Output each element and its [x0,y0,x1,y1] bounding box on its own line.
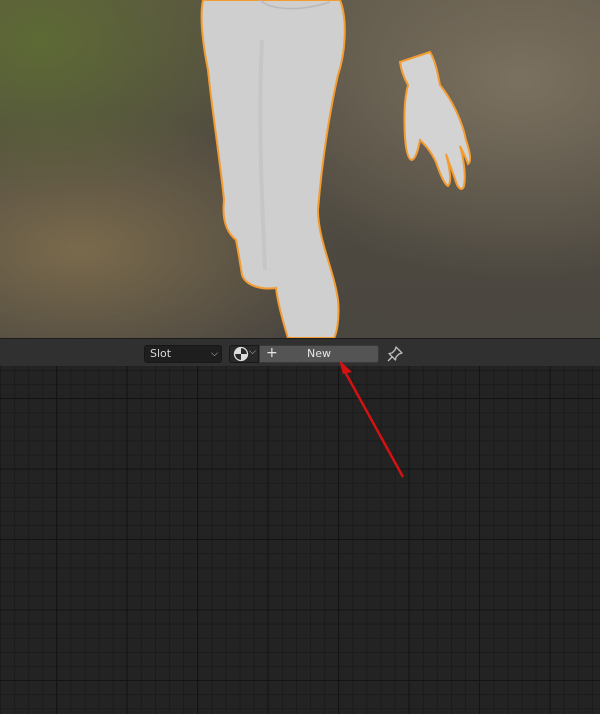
annotation-arrow [339,360,405,478]
